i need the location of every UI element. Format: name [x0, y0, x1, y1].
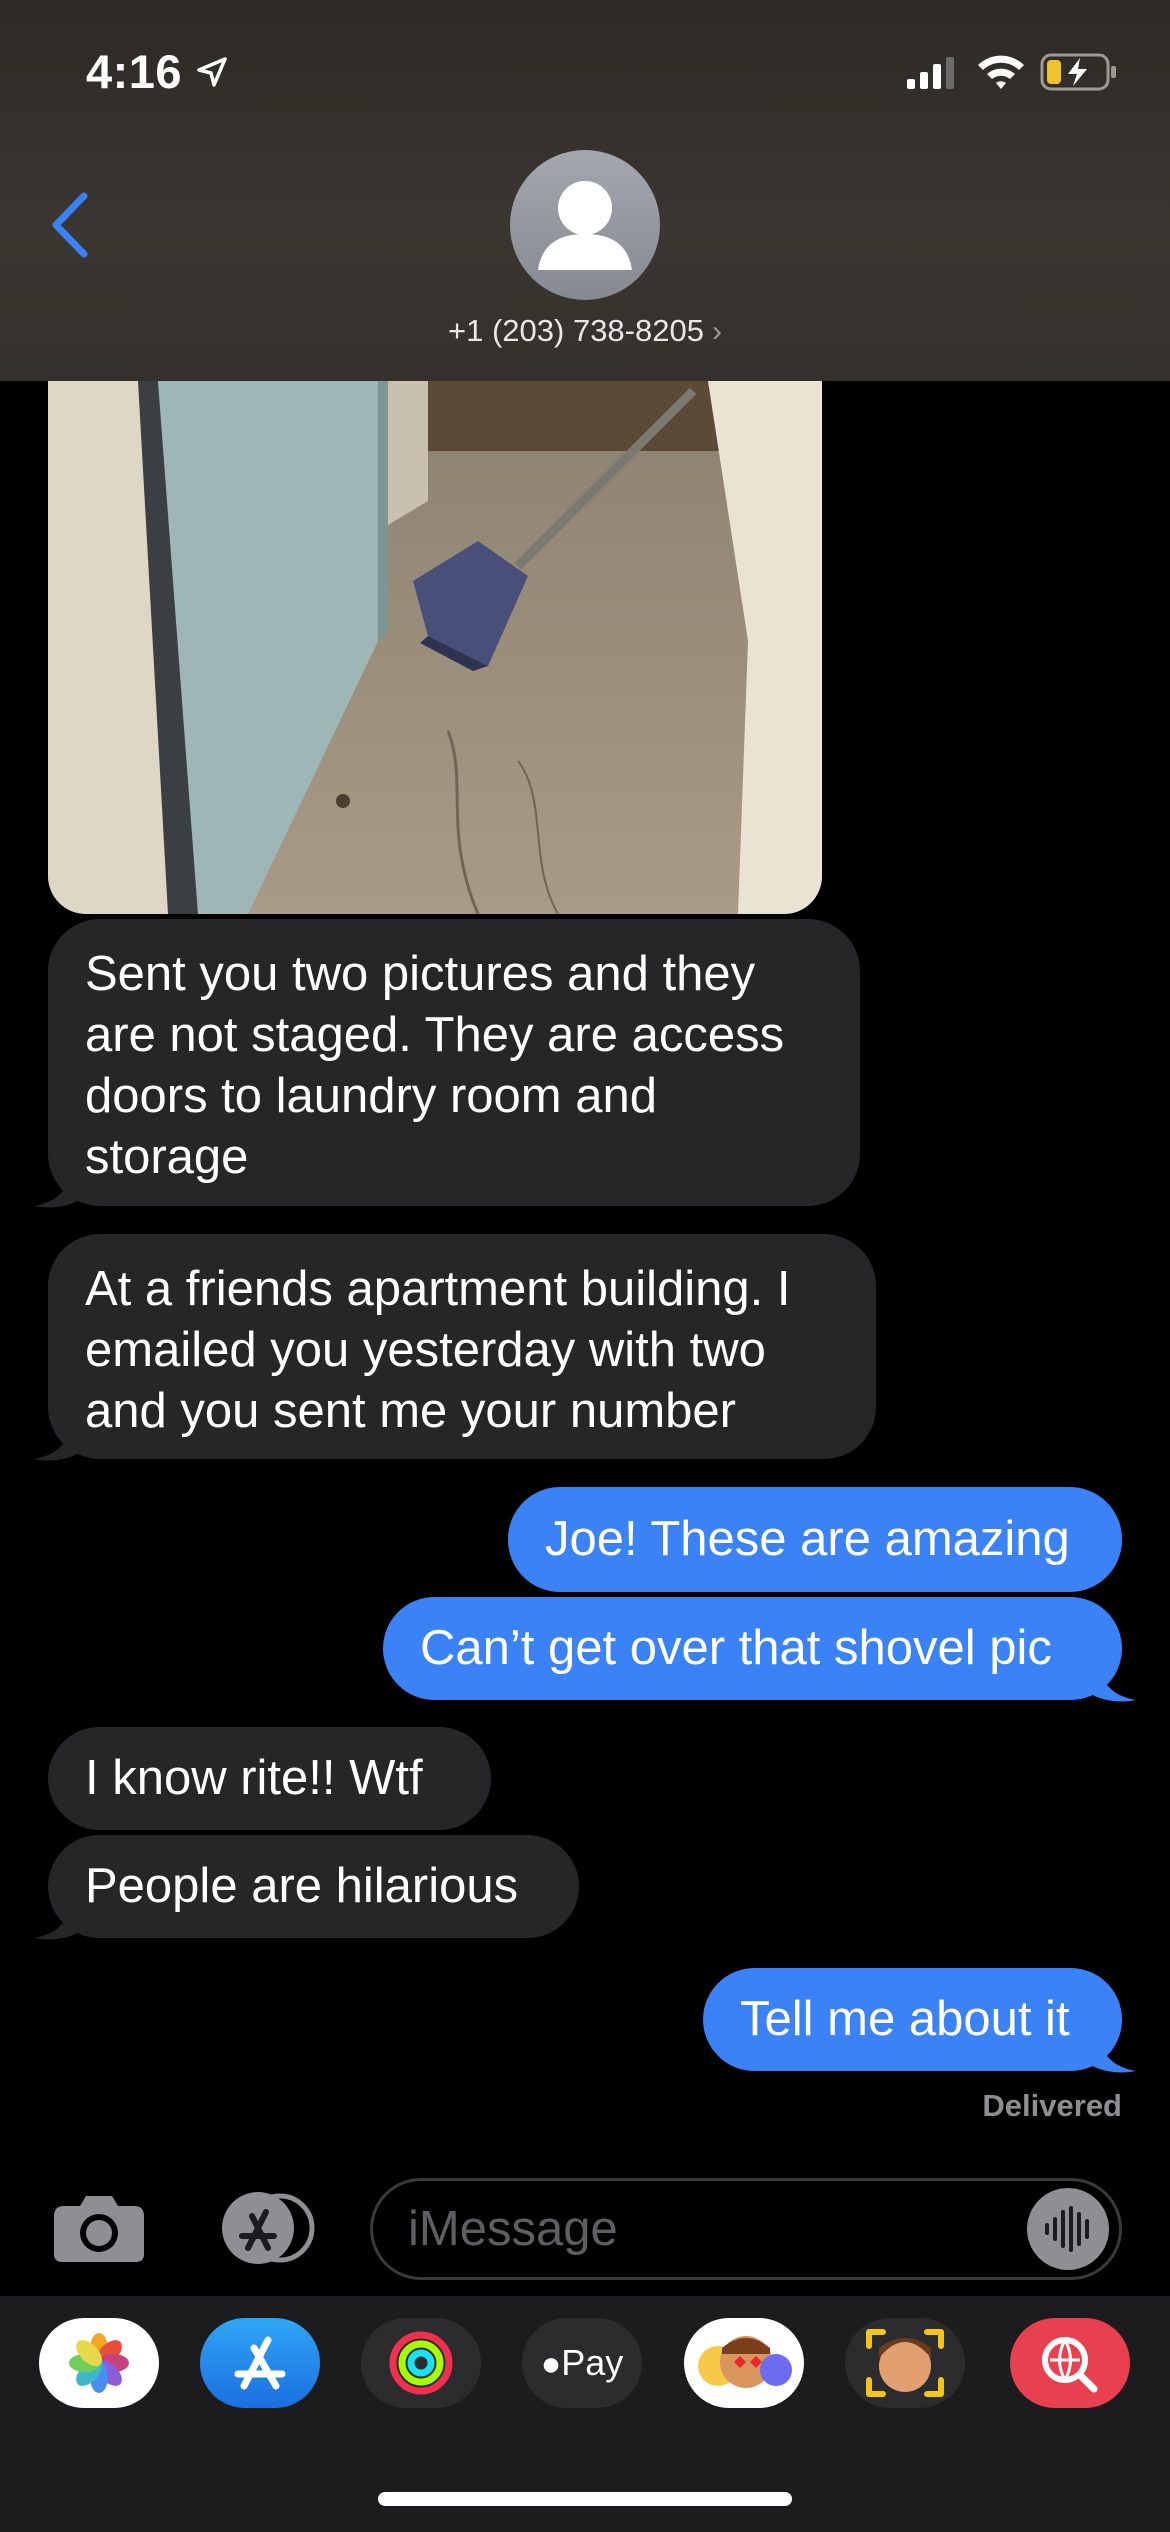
sent-message[interactable]: Joe! These are amazing — [508, 1487, 1122, 1592]
bubble-tail — [34, 1413, 92, 1461]
audio-message-icon[interactable] — [1027, 2188, 1109, 2270]
bubble-tail — [1078, 1654, 1136, 1702]
app-store-apps-icon[interactable] — [208, 2190, 318, 2266]
location-arrow-icon — [197, 57, 227, 87]
apple-logo-icon: ● — [540, 2345, 562, 2383]
received-message[interactable]: People are hilarious — [48, 1835, 579, 1938]
sent-message[interactable]: Can’t get over that shovel pic — [383, 1597, 1122, 1700]
chevron-right-icon: › — [711, 315, 722, 348]
received-message[interactable]: I know rite!! Wtf — [48, 1727, 491, 1830]
status-time: 4:16 — [86, 45, 183, 98]
laundry-shovel-photo — [48, 381, 822, 914]
animoji-icon[interactable] — [684, 2318, 804, 2408]
home-indicator[interactable] — [378, 2492, 792, 2506]
photo-attachment[interactable] — [48, 381, 822, 914]
contact-name-row[interactable]: +1 (203) 738-8205 › — [0, 313, 1170, 349]
bubble-tail — [1078, 2025, 1136, 2073]
back-chevron-icon[interactable] — [48, 190, 92, 260]
web-search-icon[interactable] — [1010, 2318, 1130, 2408]
imessage-input[interactable]: iMessage — [370, 2178, 1122, 2280]
photos-icon[interactable] — [39, 2318, 159, 2408]
cellular-signal-icon — [907, 57, 954, 89]
contact-avatar[interactable] — [510, 150, 660, 300]
delivered-status: Delivered — [982, 2088, 1122, 2123]
battery-charging-icon — [1040, 53, 1116, 91]
wifi-icon — [978, 55, 1024, 89]
sent-message[interactable]: Tell me about it — [703, 1968, 1122, 2071]
bubble-tail — [34, 1160, 92, 1208]
apple-pay-icon[interactable]: ●Pay — [522, 2318, 642, 2408]
camera-icon[interactable] — [50, 2190, 148, 2266]
received-message[interactable]: Sent you two pictures and they are not s… — [48, 919, 860, 1206]
person-silhouette-icon — [538, 181, 632, 270]
activity-icon[interactable] — [361, 2318, 481, 2408]
conversation-header: 4:16 +1 (203) 738-8205 › — [0, 0, 1170, 381]
apple-pay-label: Pay — [561, 2342, 624, 2383]
memoji-icon[interactable] — [845, 2318, 965, 2408]
contact-name: +1 (203) 738-8205 — [448, 313, 704, 348]
app-store-icon[interactable] — [200, 2318, 320, 2408]
received-message[interactable]: At a friends apartment building. I email… — [48, 1234, 876, 1459]
bubble-tail — [34, 1892, 92, 1940]
